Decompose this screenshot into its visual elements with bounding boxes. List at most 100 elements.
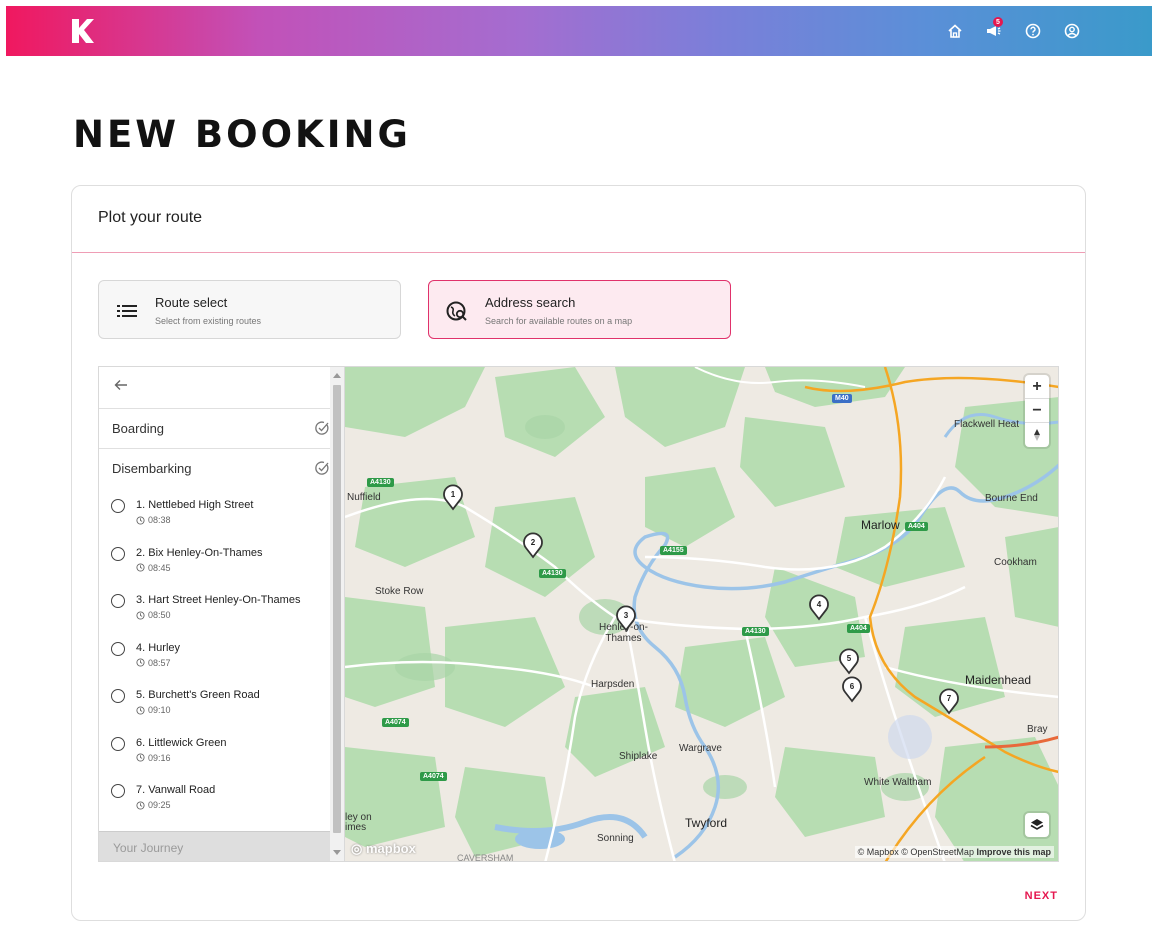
place-label: Stoke Row: [375, 586, 424, 597]
road-label: A4074: [420, 772, 447, 781]
list-icon: [117, 305, 137, 317]
pin-number: 2: [531, 538, 536, 547]
stop-radio[interactable]: [111, 594, 125, 608]
stop-time: 08:45: [148, 562, 171, 573]
scroll-thumb[interactable]: [333, 385, 341, 833]
scroll-up-arrow[interactable]: [333, 373, 341, 378]
map-pin-4[interactable]: 4: [808, 593, 830, 621]
zoom-out-button[interactable]: −: [1025, 399, 1049, 423]
pin-number: 7: [947, 694, 952, 703]
layers-button[interactable]: [1025, 813, 1049, 837]
mapbox-logo[interactable]: ◎ mapbox: [351, 841, 416, 857]
stop-item[interactable]: 5. Burchett's Green Road 09:10: [99, 683, 344, 731]
stop-time: 08:38: [148, 515, 171, 525]
disembarking-section[interactable]: Disembarking: [99, 449, 344, 489]
notification-badge: 5: [993, 17, 1003, 27]
megaphone-icon[interactable]: 5: [983, 17, 1005, 42]
account-icon[interactable]: [1061, 20, 1083, 42]
stop-item[interactable]: 2. Bix Henley-On-Thames 08:45: [99, 541, 344, 589]
road-label: A404: [847, 624, 870, 633]
map-pin-3[interactable]: 3: [615, 604, 637, 632]
address-search-option[interactable]: Address search Search for available rout…: [428, 280, 731, 339]
zoom-in-button[interactable]: +: [1025, 375, 1049, 399]
stop-radio[interactable]: [111, 784, 125, 798]
stop-item[interactable]: 7. Vanwall Road 09:25: [99, 778, 344, 826]
place-label: Twyford: [685, 816, 728, 830]
road-label: A4130: [539, 569, 566, 578]
road-label: A404: [905, 522, 928, 531]
place-label: Wargrave: [679, 743, 722, 754]
stop-name: 2. Bix Henley-On-Thames: [136, 546, 263, 559]
stop-item[interactable]: 6. Littlewick Green 09:16: [99, 731, 344, 779]
stop-radio[interactable]: [111, 499, 125, 513]
clock-icon: [136, 753, 145, 762]
pin-number: 6: [850, 682, 855, 691]
pin-number: 1: [451, 490, 456, 499]
stop-item[interactable]: 4. Hurley 08:57: [99, 636, 344, 684]
arrow-back-icon: [114, 380, 127, 390]
place-label: Nuffield: [347, 492, 381, 503]
verified-check-icon: [315, 421, 329, 435]
home-icon[interactable]: [944, 20, 966, 42]
stop-time: 09:16: [148, 752, 171, 763]
stop-name: 5. Burchett's Green Road: [136, 689, 260, 701]
stop-radio[interactable]: [111, 546, 125, 561]
mapbox-logo-circle-icon: ◎: [351, 841, 363, 856]
map-pin-7[interactable]: 7: [938, 687, 960, 715]
verified-check-icon: [315, 461, 329, 475]
zoom-controls: + −: [1025, 375, 1049, 447]
place-label: CAVERSHAM: [457, 853, 514, 862]
clock-icon: [136, 610, 145, 620]
pin-number: 4: [817, 600, 822, 609]
place-label: Harpsden: [591, 679, 635, 690]
clock-icon: [136, 705, 145, 715]
boarding-section[interactable]: Boarding: [99, 409, 344, 449]
boarding-label: Boarding: [112, 421, 165, 436]
your-journey-bar[interactable]: Your Journey: [99, 831, 331, 861]
stop-radio[interactable]: [111, 689, 125, 703]
place-label: Marlow: [861, 518, 900, 532]
next-button[interactable]: NEXT: [1025, 890, 1058, 902]
map-pin-1[interactable]: 1: [442, 483, 464, 511]
layers-icon: [1030, 819, 1044, 830]
stop-time: 08:57: [148, 657, 171, 668]
place-label: Sonning: [597, 833, 634, 844]
stop-radio[interactable]: [111, 641, 125, 656]
place-label: White Waltham: [864, 777, 932, 788]
place-label: Bray: [1027, 724, 1048, 735]
compass-button[interactable]: [1025, 423, 1049, 447]
map-attribution: © Mapbox © OpenStreetMap Improve this ma…: [854, 846, 1054, 858]
stop-item[interactable]: 1. Nettlebed High Street 08:38: [99, 493, 344, 541]
road-label: A4155: [660, 546, 687, 555]
stop-time: 09:10: [148, 705, 171, 715]
route-select-option[interactable]: Route select Select from existing routes: [98, 280, 401, 339]
route-map[interactable]: Nuffield Stoke Row Henley-on- Thames Har…: [345, 366, 1059, 862]
improve-map-link[interactable]: Improve this map: [976, 847, 1051, 857]
scroll-down-arrow[interactable]: [333, 850, 341, 855]
clock-icon: [136, 515, 145, 525]
map-pin-2[interactable]: 2: [522, 531, 544, 559]
place-label: Shiplake: [619, 751, 658, 762]
route-select-subtitle: Select from existing routes: [155, 316, 262, 326]
disembarking-label: Disembarking: [112, 461, 192, 476]
back-button[interactable]: [99, 367, 344, 409]
route-card: Plot your route Route select Select from…: [71, 185, 1086, 921]
address-search-title: Address search: [485, 295, 576, 310]
place-label: Bourne End: [985, 493, 1038, 504]
road-label: M40: [832, 394, 852, 403]
map-base-layer: [345, 367, 1058, 861]
attribution-text[interactable]: © Mapbox © OpenStreetMap: [858, 847, 974, 857]
address-search-subtitle: Search for available routes on a map: [485, 316, 633, 326]
stop-item[interactable]: 3. Hart Street Henley-On-Thames 08:50: [99, 588, 344, 636]
clock-icon: [136, 563, 145, 572]
map-pin-5[interactable]: 5: [838, 647, 860, 675]
map-pin-6[interactable]: 6: [841, 675, 863, 703]
clock-icon: [136, 800, 145, 810]
app-logo[interactable]: [68, 17, 96, 45]
stop-radio[interactable]: [111, 736, 125, 751]
panel-scrollbar[interactable]: [330, 367, 344, 861]
help-icon[interactable]: [1022, 20, 1044, 42]
stop-time: 09:25: [148, 800, 171, 810]
pin-number: 5: [847, 654, 852, 663]
stop-time: 08:50: [148, 610, 171, 620]
